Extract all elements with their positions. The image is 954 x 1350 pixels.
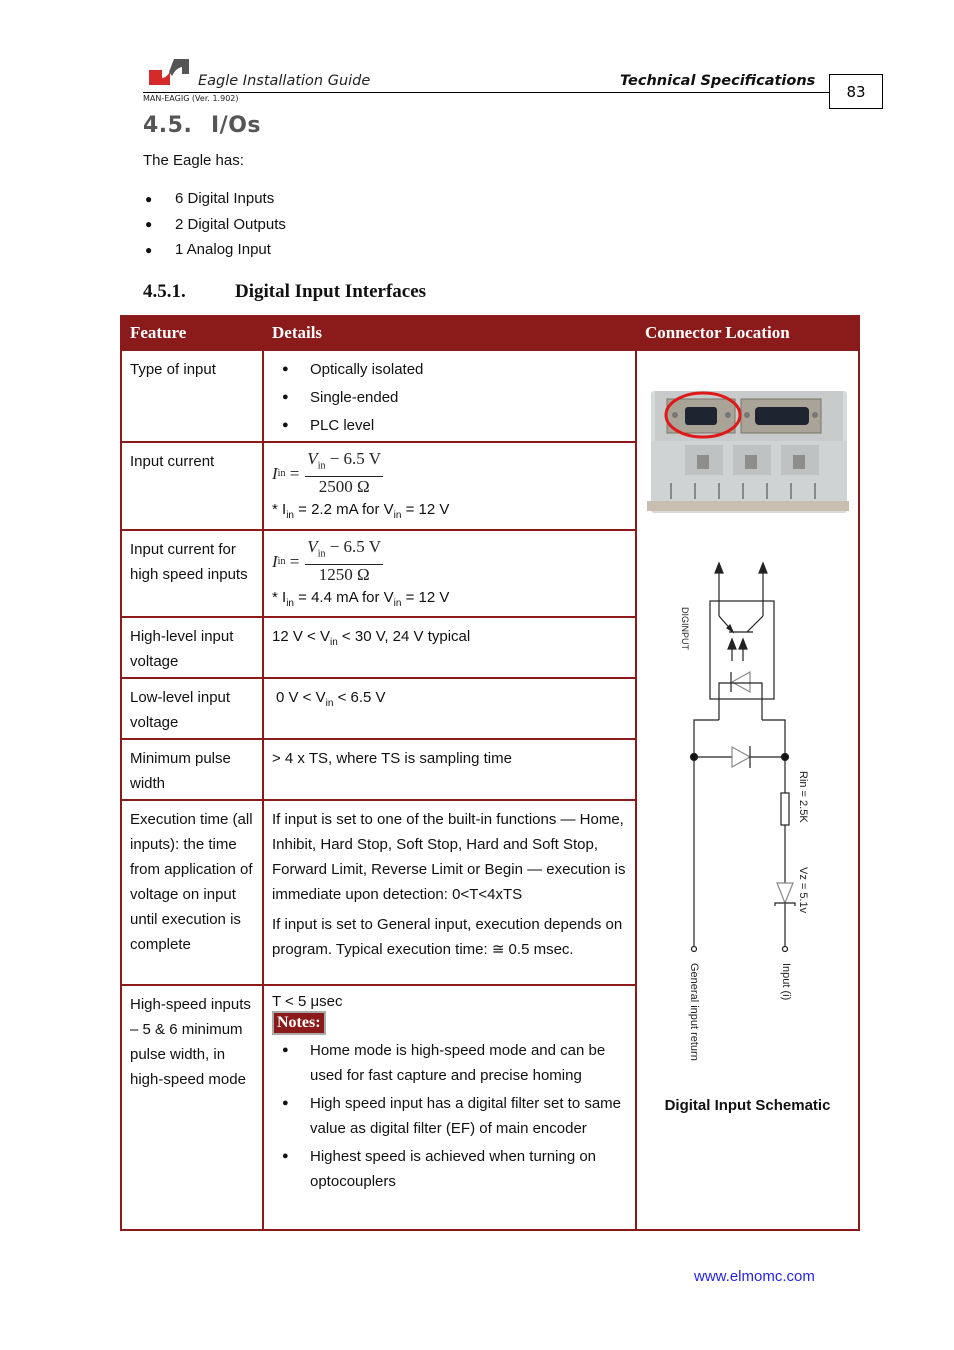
connector-location-cell: DIGINPUT Rin = 2.5K Vz = 5.1v General in… bbox=[635, 349, 860, 1231]
list-item: ● PLC level bbox=[272, 413, 627, 438]
list-item: ● Home mode is high-speed mode and can be… bbox=[272, 1038, 627, 1088]
feature-cell: Input current bbox=[120, 441, 264, 531]
intro-text: The Eagle has: bbox=[143, 152, 244, 169]
bullet-icon: ● bbox=[282, 419, 289, 431]
table-header-row: Feature Details Connector Location bbox=[120, 315, 860, 351]
subsection-heading: 4.5.1. Digital Input Interfaces bbox=[143, 281, 426, 303]
header-connector-location: Connector Location bbox=[635, 315, 860, 351]
bullet-icon: ● bbox=[282, 1044, 289, 1056]
bullet-icon: ● bbox=[282, 363, 289, 375]
feature-cell: Execution time (all inputs): the time fr… bbox=[120, 799, 264, 986]
details-cell: If input is set to one of the built-in f… bbox=[262, 799, 637, 986]
vz-label: Vz = 5.1v bbox=[797, 867, 809, 914]
high-speed-current-formula: Iin = Vin − 6.5 V 1250 Ω bbox=[272, 536, 384, 585]
list-item: ● 6 Digital Inputs bbox=[145, 190, 275, 208]
section-heading: 4.5. I/Os bbox=[143, 113, 261, 138]
general-input-return-label: General input return bbox=[688, 963, 700, 1061]
details-cell: Iin = Vin − 6.5 V 1250 Ω * Iin = 4.4 mA f… bbox=[262, 529, 637, 618]
list-item: ● Highest speed is achieved when turning … bbox=[272, 1144, 627, 1194]
digital-input-schematic bbox=[689, 561, 796, 953]
input-current-note: * Iin = 2.2 mA for Vin = 12 V bbox=[272, 501, 450, 521]
details-cell: 0 V < Vin < 6.5 V bbox=[262, 677, 637, 740]
header-rule bbox=[143, 92, 829, 93]
connector-photo bbox=[647, 391, 849, 513]
bullet-icon: ● bbox=[145, 191, 153, 206]
bullet-icon: ● bbox=[145, 242, 153, 257]
diginput-label: DIGINPUT bbox=[680, 607, 690, 651]
website-link[interactable]: www.elmomc.com bbox=[694, 1268, 815, 1285]
bullet-icon: ● bbox=[145, 217, 153, 232]
feature-cell: Type of input bbox=[120, 349, 264, 443]
chapter-title: Technical Specifications bbox=[620, 73, 816, 89]
section-title: I/Os bbox=[211, 113, 262, 138]
bullet-icon: ● bbox=[282, 1150, 289, 1162]
list-item: ● Single-ended bbox=[272, 385, 627, 410]
input-current-formula: Iin = Vin − 6.5 V 2500 Ω bbox=[272, 448, 384, 497]
page-number: 83 bbox=[829, 74, 883, 109]
feature-cell: Minimum pulse width bbox=[120, 738, 264, 801]
feature-cell: Low-level input voltage bbox=[120, 677, 264, 740]
header-feature: Feature bbox=[120, 315, 264, 351]
io-list: ● 6 Digital Inputs ● 2 Digital Outputs ● 1 … bbox=[143, 186, 286, 263]
rin-label: Rin = 2.5K bbox=[797, 771, 809, 823]
feature-cell: High-speed inputs – 5 & 6 minimum pulse … bbox=[120, 984, 264, 1231]
list-item: ● 2 Digital Outputs bbox=[145, 215, 286, 233]
high-speed-current-note: * Iin = 4.4 mA for Vin = 12 V bbox=[272, 589, 450, 609]
list-item: ● 1 Analog Input bbox=[145, 241, 271, 259]
list-item: ● Optically isolated bbox=[272, 357, 627, 382]
schematic-caption: Digital Input Schematic bbox=[664, 1097, 831, 1114]
elmo-logo bbox=[149, 59, 189, 85]
details-cell: ● Optically isolated ● Single-ended ● PLC l… bbox=[262, 349, 637, 443]
notes-badge: Notes: bbox=[272, 1011, 326, 1035]
feature-cell: Input current for high speed inputs bbox=[120, 529, 264, 618]
header-details: Details bbox=[262, 315, 637, 351]
feature-cell: High-level input voltage bbox=[120, 616, 264, 679]
list-item: ● High speed input has a digital filter s… bbox=[272, 1091, 627, 1141]
table-row: Type of input ● Optically isolated ● Singl… bbox=[120, 349, 860, 1231]
section-number: 4.5. bbox=[143, 113, 193, 138]
details-cell: T < 5 μsec Notes: ● Home mode is high-spe… bbox=[262, 984, 637, 1231]
input-i-label: Input (i) bbox=[780, 963, 792, 1000]
bullet-icon: ● bbox=[282, 1097, 289, 1109]
digital-input-spec-table: Feature Details Connector Location Type … bbox=[120, 315, 860, 1231]
details-cell: Iin = Vin − 6.5 V 2500 Ω * Iin = 2.2 mA f… bbox=[262, 441, 637, 531]
subsection-title: Digital Input Interfaces bbox=[235, 281, 427, 302]
subsection-number: 4.5.1. bbox=[143, 281, 186, 302]
details-cell: > 4 x TS, where TS is sampling time bbox=[262, 738, 637, 801]
document-title: Eagle Installation Guide bbox=[198, 73, 371, 89]
document-version: MAN-EAGIG (Ver. 1.902) bbox=[143, 94, 239, 103]
details-cell: 12 V < Vin < 30 V, 24 V typical bbox=[262, 616, 637, 679]
bullet-icon: ● bbox=[282, 391, 289, 403]
